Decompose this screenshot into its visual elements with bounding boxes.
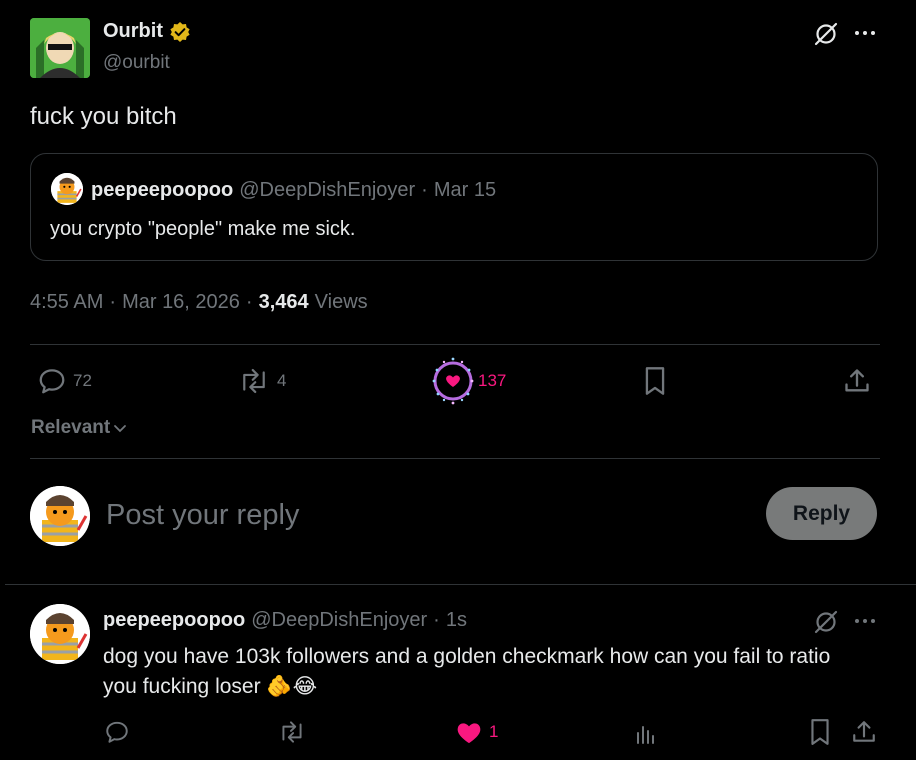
repost-icon [237,366,271,396]
reply-icon [37,366,67,396]
chevron-down-icon [112,420,128,436]
views-label: Views [314,291,368,313]
post-time[interactable]: 4:55 AM [30,291,103,314]
author-handle[interactable]: @ourbit [103,52,170,74]
quote-separator: · [421,179,428,201]
share-icon[interactable] [850,718,878,746]
reply-button[interactable]: Reply [766,487,877,540]
reply-author-handle[interactable]: @DeepDishEnjoyer [251,609,427,632]
like-action[interactable]: 137 [428,356,506,406]
views-icon[interactable] [631,720,659,748]
more-icon[interactable] [852,22,878,44]
reply-like-count: 1 [489,722,499,741]
share-icon[interactable] [842,366,872,396]
ourbit-avatar[interactable] [30,18,90,78]
repost-count: 4 [277,371,287,390]
sort-selector[interactable]: Relevant [31,417,128,439]
like-icon [455,719,483,745]
reply-text: dog you have 103k followers and a golden… [103,645,831,698]
like-count: 137 [478,371,507,390]
divider [30,458,880,459]
reply-input[interactable] [104,494,708,536]
verified-badge-icon [169,21,191,43]
reply-separator: · [433,609,440,631]
bookmark-icon[interactable] [806,718,834,746]
reply-action[interactable]: 72 [37,366,92,396]
more-icon[interactable] [852,610,878,632]
views-count: 3,464 [258,291,309,313]
quoted-post-card[interactable]: peepeepoopoo @DeepDishEnjoyer · Mar 15 y… [30,153,878,261]
author-name[interactable]: Ourbit [103,20,163,43]
meta-separator: · [245,291,253,313]
divider [5,584,916,585]
repost-icon[interactable] [276,718,308,746]
post-date[interactable]: Mar 16, 2026 [122,291,240,314]
quote-avatar [51,173,83,205]
grok-icon[interactable] [812,608,840,636]
repost-action[interactable]: 4 [237,366,286,396]
reply-time[interactable]: 1s [446,609,467,632]
grok-icon[interactable] [812,20,840,48]
meta-separator: · [109,291,117,313]
quote-author-handle: @DeepDishEnjoyer [239,179,416,201]
reply-avatar[interactable] [30,604,90,664]
quote-date: Mar 15 [433,179,497,201]
quote-text: you crypto "people" make me sick. [50,218,356,240]
ourbit-avatar-art [30,18,90,78]
reply-like-action[interactable]: 1 [455,719,498,745]
bookmark-icon[interactable] [640,366,670,396]
quote-author-name: peepeepoopoo [91,179,234,201]
composer-avatar[interactable] [30,486,90,546]
divider [30,344,880,345]
reply-icon[interactable] [103,718,131,746]
reply-count: 72 [73,371,92,390]
post-text: fuck you bitch [30,103,177,130]
sort-label: Relevant [31,417,111,438]
like-icon [428,356,478,406]
reply-author-name[interactable]: peepeepoopoo [103,609,245,632]
